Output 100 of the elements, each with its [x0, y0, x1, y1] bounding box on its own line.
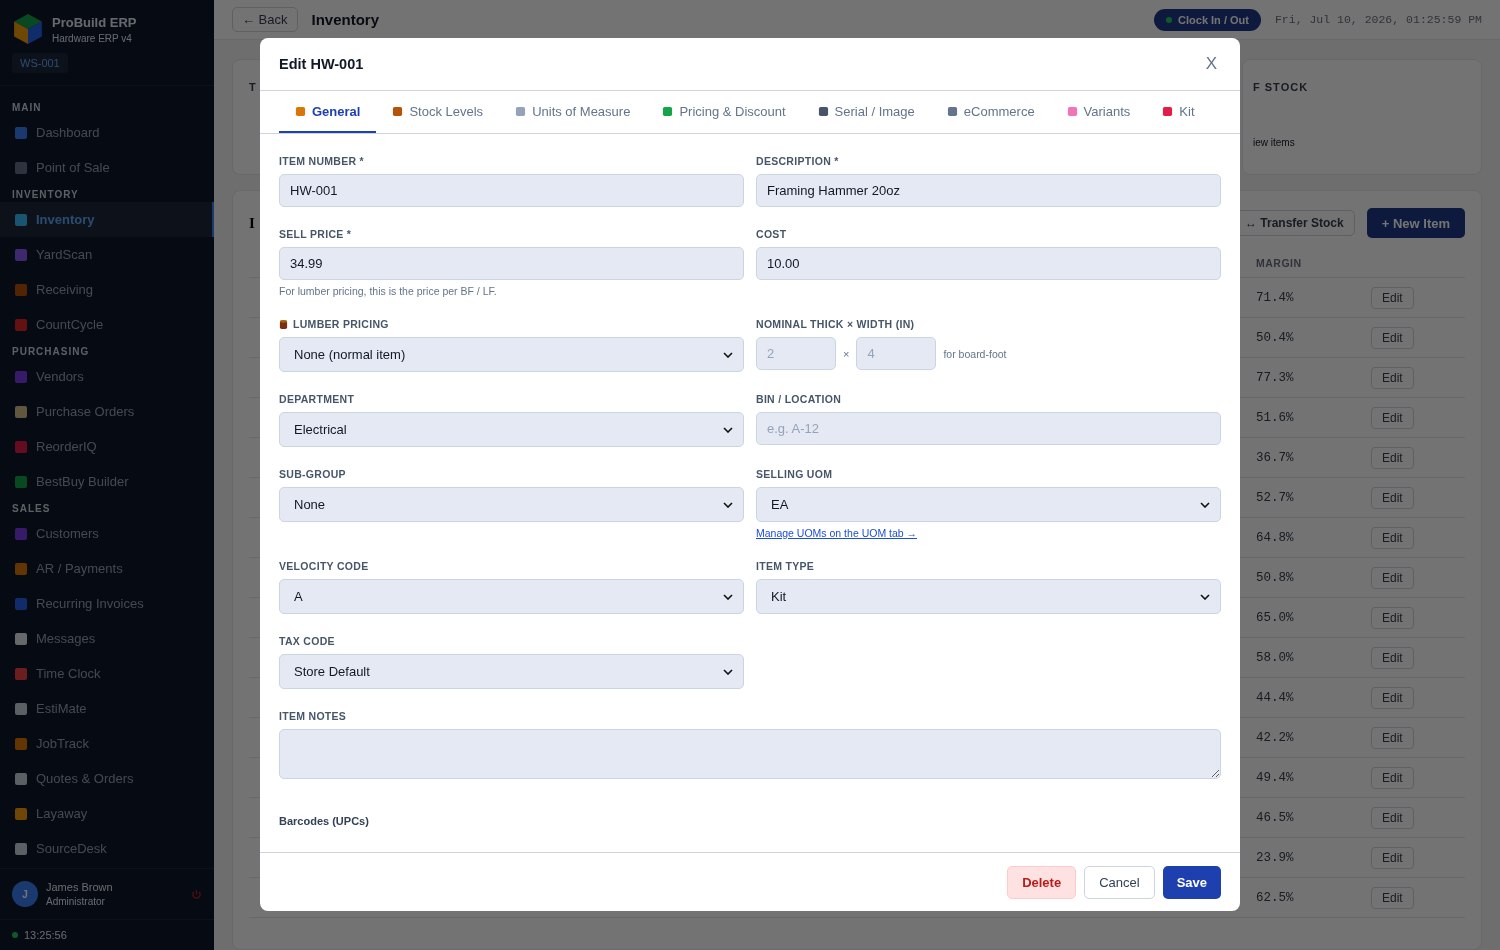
edit-button[interactable]: Edit	[1371, 486, 1414, 509]
edit-button[interactable]: Edit	[1371, 686, 1414, 709]
nav-item[interactable]: SourceDesk	[0, 831, 214, 866]
field-label: SELL PRICE *	[279, 228, 352, 240]
brand-subtitle: Hardware ERP v4	[52, 32, 133, 44]
nav-item[interactable]: Quotes & Orders	[0, 761, 214, 796]
tab[interactable]: Stock Levels	[376, 91, 500, 133]
square-icon	[14, 125, 28, 140]
nav-section-title: MAIN	[11, 101, 43, 115]
square-icon	[14, 561, 28, 576]
tab[interactable]: General	[279, 91, 377, 133]
select-field[interactable]: None	[279, 487, 744, 522]
notes-field[interactable]	[279, 729, 1221, 779]
tab[interactable]: Serial / Image	[801, 91, 931, 133]
select-field[interactable]: EA	[756, 487, 1221, 522]
edit-button[interactable]: Edit	[1371, 646, 1414, 669]
tab[interactable]: Pricing & Discount	[646, 91, 802, 133]
table-cell: 50.8%	[1256, 570, 1294, 585]
nav-item[interactable]: Layaway	[0, 796, 214, 831]
edit-button[interactable]: Edit	[1371, 766, 1414, 789]
edit-button[interactable]: Edit	[1371, 806, 1414, 829]
close-button[interactable]: X	[1201, 52, 1221, 76]
nav-item[interactable]: Time Clock	[0, 656, 214, 691]
clock-in-out-button[interactable]: Clock In / Out	[1154, 8, 1261, 31]
tab[interactable]: eCommerce	[930, 91, 1051, 133]
nav-item[interactable]: Dashboard	[0, 115, 214, 150]
column-header: MARGIN	[1256, 257, 1303, 269]
square-icon	[14, 806, 28, 821]
field-label: ITEM TYPE	[756, 560, 815, 572]
edit-button[interactable]: Edit	[1371, 326, 1414, 349]
dialog-button[interactable]: Save	[1162, 865, 1221, 899]
edit-button[interactable]: Edit	[1371, 406, 1414, 429]
chevron-down-icon	[723, 426, 733, 433]
field-label: TAX CODE	[279, 635, 335, 647]
input-field[interactable]: 34.99	[279, 247, 744, 280]
nav-item[interactable]: BestBuy Builder	[0, 464, 214, 499]
square-icon	[14, 701, 28, 716]
square-icon	[946, 105, 958, 117]
manage-uoms-link[interactable]: Manage UOMs on the UOM tab →	[756, 527, 918, 539]
input-field[interactable]: 10.00	[756, 247, 1221, 280]
field-label: COST	[756, 228, 787, 240]
table-cell: 65.0%	[1256, 610, 1294, 625]
edit-button[interactable]: Edit	[1371, 446, 1414, 469]
edit-button[interactable]: Edit	[1371, 886, 1414, 909]
tab[interactable]: Variants	[1050, 91, 1147, 133]
square-icon	[14, 771, 28, 786]
input-field[interactable]: e.g. A-12	[756, 412, 1221, 445]
edit-button[interactable]: Edit	[1371, 726, 1414, 749]
square-icon	[14, 282, 28, 297]
tab[interactable]: Units of Measure	[499, 91, 647, 133]
edit-button[interactable]: Edit	[1371, 606, 1414, 629]
user-avatar: J	[12, 881, 38, 907]
nav-item[interactable]: Messages	[0, 621, 214, 656]
user-role: Administrator	[46, 896, 106, 907]
nav-item[interactable]: CountCycle	[0, 307, 214, 342]
nav-item[interactable]: EstiMate	[0, 691, 214, 726]
square-icon	[14, 526, 28, 541]
nav-item[interactable]: Point of Sale	[0, 150, 214, 185]
table-cell: 52.7%	[1256, 490, 1294, 505]
nav-item[interactable]: AR / Payments	[0, 551, 214, 586]
stat-label: F STOCK	[1253, 81, 1310, 93]
sidebar-clock: 13:25:56	[24, 929, 67, 941]
edit-button[interactable]: Edit	[1371, 366, 1414, 389]
select-field[interactable]: Kit	[756, 579, 1221, 614]
edit-button[interactable]: Edit	[1371, 846, 1414, 869]
select-field[interactable]: Electrical	[279, 412, 744, 447]
edit-button[interactable]: Edit	[1371, 566, 1414, 589]
nav-item[interactable]: Receiving	[0, 272, 214, 307]
nav-item[interactable]: ReorderIQ	[0, 429, 214, 464]
select-field[interactable]: None (normal item)	[279, 337, 744, 372]
field-label: DESCRIPTION *	[756, 155, 839, 167]
table-cell: 58.0%	[1256, 650, 1294, 665]
dialog-button[interactable]: Cancel	[1084, 865, 1155, 899]
square-icon	[1162, 105, 1174, 117]
nav-item[interactable]: YardScan	[0, 237, 214, 272]
power-icon[interactable]	[191, 888, 202, 900]
edit-button[interactable]: Edit	[1371, 526, 1414, 549]
square-icon	[14, 404, 28, 419]
nav-item[interactable]: JobTrack	[0, 726, 214, 761]
select-field[interactable]: Store Default	[279, 654, 744, 689]
select-field[interactable]: A	[279, 579, 744, 614]
input-field[interactable]: Framing Hammer 20oz	[756, 174, 1221, 207]
table-cell: 51.6%	[1256, 410, 1294, 425]
chevron-down-icon	[723, 351, 733, 358]
nav-item[interactable]: Customers	[0, 516, 214, 551]
table-cell: 49.4%	[1256, 770, 1294, 785]
edit-button[interactable]: Edit	[1371, 286, 1414, 309]
nav-item[interactable]: Inventory	[0, 202, 214, 237]
nav-item[interactable]: Purchase Orders	[0, 394, 214, 429]
times-sign: ×	[843, 347, 850, 360]
nav-item[interactable]: Recurring Invoices	[0, 586, 214, 621]
input-field[interactable]: HW-001	[279, 174, 744, 207]
toolbar-button[interactable]: + New Item	[1366, 208, 1465, 238]
field-hint: For lumber pricing, this is the price per BF / LF.	[279, 285, 498, 297]
square-icon	[14, 736, 28, 751]
dialog-button[interactable]: Delete	[1007, 865, 1077, 899]
back-button[interactable]: ← Back	[232, 7, 298, 32]
nav-item[interactable]: Vendors	[0, 359, 214, 394]
tab[interactable]: Kit	[1146, 91, 1211, 133]
stat-note: iew items	[1253, 137, 1296, 148]
